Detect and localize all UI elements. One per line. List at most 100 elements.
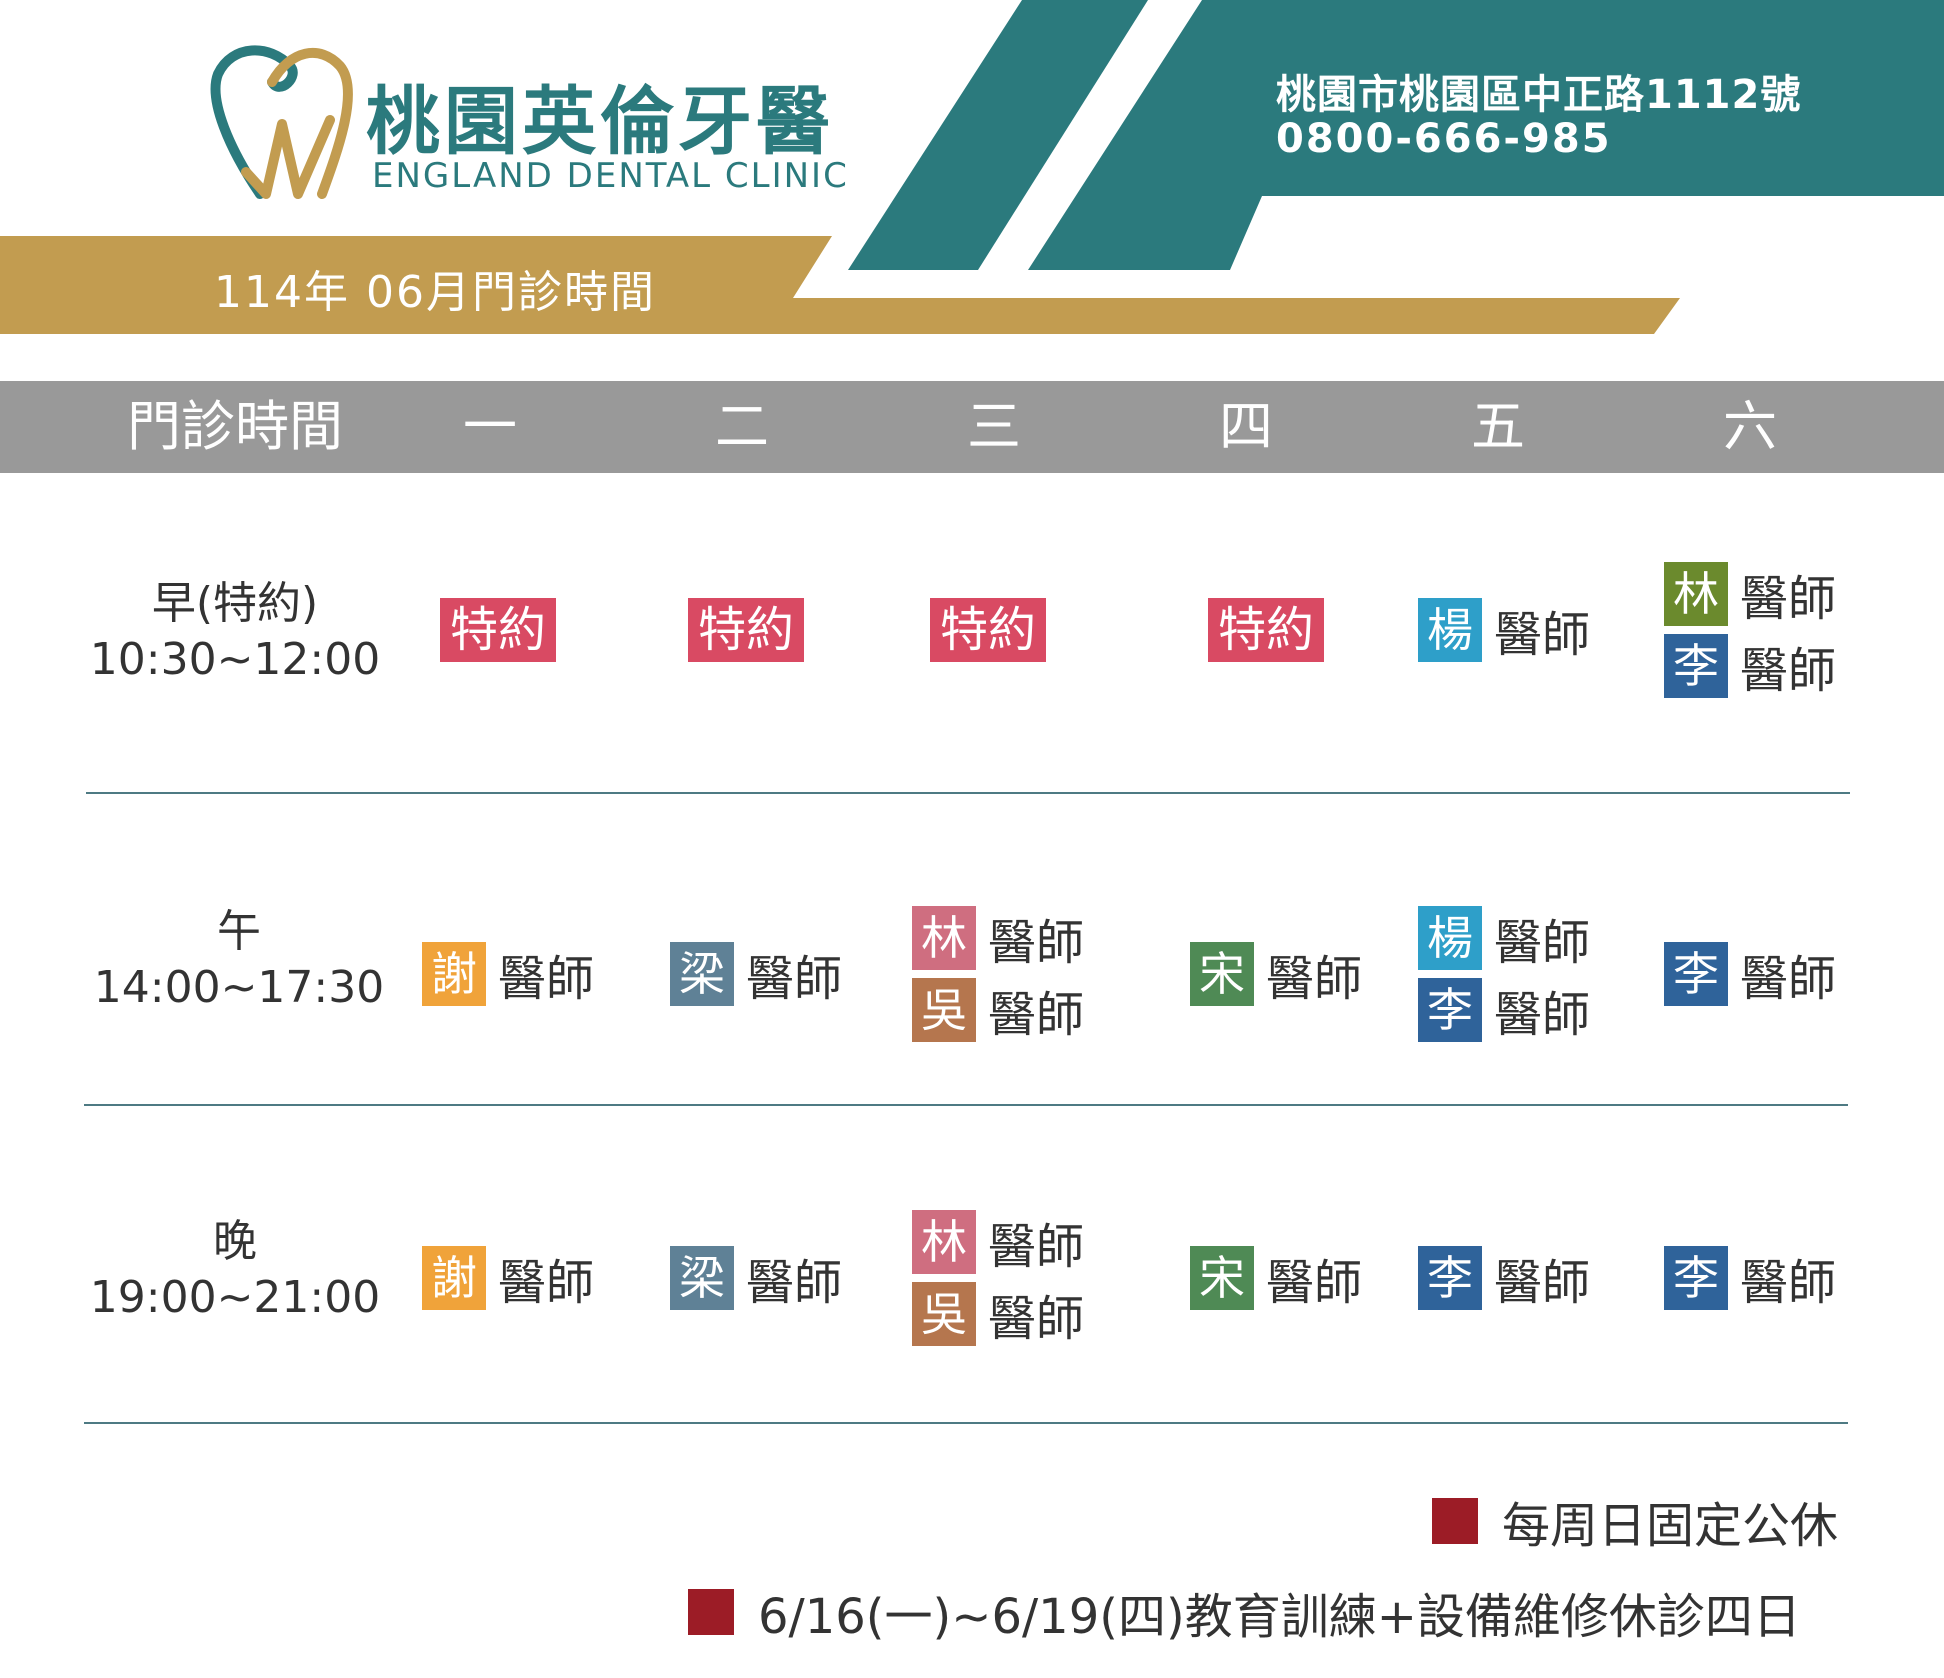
doctor-title: 醫師	[1266, 1255, 1363, 1311]
column-header-tue: 二	[715, 395, 769, 458]
schedule-cell: 謝醫師	[422, 942, 594, 1007]
appointment-badge: 特約	[688, 598, 805, 662]
schedule-cell: 林醫師吳醫師	[912, 1210, 1085, 1347]
doctor-title: 醫師	[988, 987, 1085, 1043]
doctor-surname-badge: 李	[1418, 1246, 1482, 1310]
doctor-surname-badge: 李	[1664, 634, 1728, 698]
appointment-slot: 特約	[688, 598, 805, 662]
schedule-cell: 宋醫師	[1190, 1246, 1363, 1311]
appointment-slot: 特約	[930, 598, 1047, 662]
row-time: 14:00~17:30	[93, 962, 385, 1013]
doctor-slot: 吳醫師	[912, 978, 1085, 1043]
doctor-surname-badge: 梁	[670, 942, 734, 1006]
doctor-title: 醫師	[1494, 987, 1591, 1043]
row-divider	[84, 1104, 1848, 1106]
doctor-surname-badge: 楊	[1418, 906, 1482, 970]
doctor-slot: 林醫師	[912, 906, 1085, 971]
doctor-title: 醫師	[1740, 1255, 1837, 1311]
tooth-logo-icon	[210, 45, 353, 199]
doctor-slot: 梁醫師	[670, 942, 843, 1007]
doctor-surname-badge: 林	[912, 1210, 976, 1274]
doctor-surname-badge: 宋	[1190, 942, 1254, 1006]
clinic-name-en: ENGLAND DENTAL CLINIC	[372, 156, 849, 196]
appointment-badge: 特約	[930, 598, 1047, 662]
doctor-title: 醫師	[1740, 643, 1837, 699]
note-training-closed: 6/16(一)~6/19(四)教育訓練+設備維修休診四日	[688, 1577, 1801, 1647]
row-divider	[84, 1422, 1848, 1424]
schedule-cell: 梁醫師	[670, 1246, 843, 1311]
doctor-slot: 楊醫師	[1418, 598, 1591, 663]
schedule-cell: 特約	[930, 598, 1047, 662]
doctor-title: 醫師	[1740, 571, 1837, 627]
doctor-title: 醫師	[1494, 915, 1591, 971]
schedule-cell: 楊醫師	[1418, 598, 1591, 663]
doctor-title: 醫師	[988, 915, 1085, 971]
doctor-slot: 李醫師	[1418, 1246, 1591, 1311]
doctor-title: 醫師	[746, 1255, 843, 1311]
appointment-badge: 特約	[1208, 598, 1325, 662]
schedule-cell: 梁醫師	[670, 942, 843, 1007]
clinic-address: 桃園市桃園區中正路1112號	[1276, 72, 1802, 118]
schedule-cell: 李醫師	[1418, 1246, 1591, 1311]
doctor-slot: 李醫師	[1664, 634, 1837, 699]
doctor-surname-badge: 吳	[912, 1282, 976, 1346]
doctor-surname-badge: 李	[1664, 1246, 1728, 1310]
doctor-title: 醫師	[1494, 1255, 1591, 1311]
doctor-title: 醫師	[498, 1255, 595, 1311]
doctor-slot: 宋醫師	[1190, 942, 1362, 1007]
doctor-surname-badge: 梁	[670, 1246, 734, 1310]
doctor-surname-badge: 楊	[1418, 598, 1482, 662]
doctor-slot: 李醫師	[1418, 978, 1591, 1043]
note-text: 每周日固定公休	[1502, 1498, 1839, 1554]
doctor-title: 醫師	[1740, 951, 1837, 1007]
doctor-slot: 宋醫師	[1190, 1246, 1363, 1311]
doctor-surname-badge: 李	[1418, 978, 1482, 1042]
schedule-cell: 謝醫師	[422, 1246, 595, 1311]
row-divider	[86, 792, 1850, 794]
doctor-slot: 楊醫師	[1418, 906, 1591, 971]
doctor-slot: 謝醫師	[422, 942, 594, 1007]
schedule-cell: 宋醫師	[1190, 942, 1362, 1007]
doctor-surname-badge: 林	[912, 906, 976, 970]
doctor-slot: 李醫師	[1664, 942, 1837, 1007]
note-bullet-icon	[688, 1589, 734, 1635]
doctor-title: 醫師	[1494, 607, 1591, 663]
appointment-slot: 特約	[1208, 598, 1325, 662]
note-bullet-icon	[1432, 1498, 1478, 1544]
doctor-surname-badge: 李	[1664, 942, 1728, 1006]
schedule-header-bar: 門診時間 一 二 三 四 五 六	[0, 381, 1944, 473]
doctor-title: 醫師	[988, 1291, 1085, 1347]
doctor-surname-badge: 吳	[912, 978, 976, 1042]
row-label-afternoon: 午 14:00~17:30	[84, 904, 394, 1016]
doctor-slot: 林醫師	[912, 1210, 1085, 1275]
row-period: 晚	[213, 1216, 257, 1267]
doctor-surname-badge: 謝	[422, 1246, 486, 1310]
schedule-cell: 楊醫師李醫師	[1418, 906, 1591, 1043]
schedule-cell: 林醫師吳醫師	[912, 906, 1085, 1043]
row-time: 19:00~21:00	[89, 1272, 381, 1323]
doctor-title: 醫師	[988, 1219, 1085, 1275]
doctor-surname-badge: 謝	[422, 942, 486, 1006]
appointment-slot: 特約	[440, 598, 557, 662]
column-header-fri: 五	[1471, 395, 1525, 458]
note-sunday-closed: 每周日固定公休	[1432, 1486, 1838, 1556]
column-header-thu: 四	[1219, 395, 1273, 458]
schedule-cell: 李醫師	[1664, 942, 1837, 1007]
clinic-phone: 0800-666-985	[1276, 116, 1612, 162]
note-text: 6/16(一)~6/19(四)教育訓練+設備維修休診四日	[758, 1589, 1801, 1645]
row-label-morning: 早(特約) 10:30~12:00	[80, 576, 390, 688]
doctor-title: 醫師	[746, 951, 843, 1007]
schedule-month-title: 114年 06月門診時間	[214, 267, 656, 318]
schedule-cell: 李醫師	[1664, 1246, 1837, 1311]
row-period: 早(特約)	[151, 578, 319, 629]
appointment-badge: 特約	[440, 598, 557, 662]
column-header-time: 門診時間	[127, 395, 343, 458]
schedule-cell: 特約	[688, 598, 805, 662]
doctor-slot: 李醫師	[1664, 1246, 1837, 1311]
column-header-sat: 六	[1723, 395, 1777, 458]
row-label-evening: 晚 19:00~21:00	[80, 1214, 390, 1326]
clinic-name: 桃園英倫牙醫	[366, 79, 834, 165]
doctor-slot: 吳醫師	[912, 1282, 1085, 1347]
doctor-slot: 謝醫師	[422, 1246, 595, 1311]
doctor-surname-badge: 林	[1664, 562, 1728, 626]
